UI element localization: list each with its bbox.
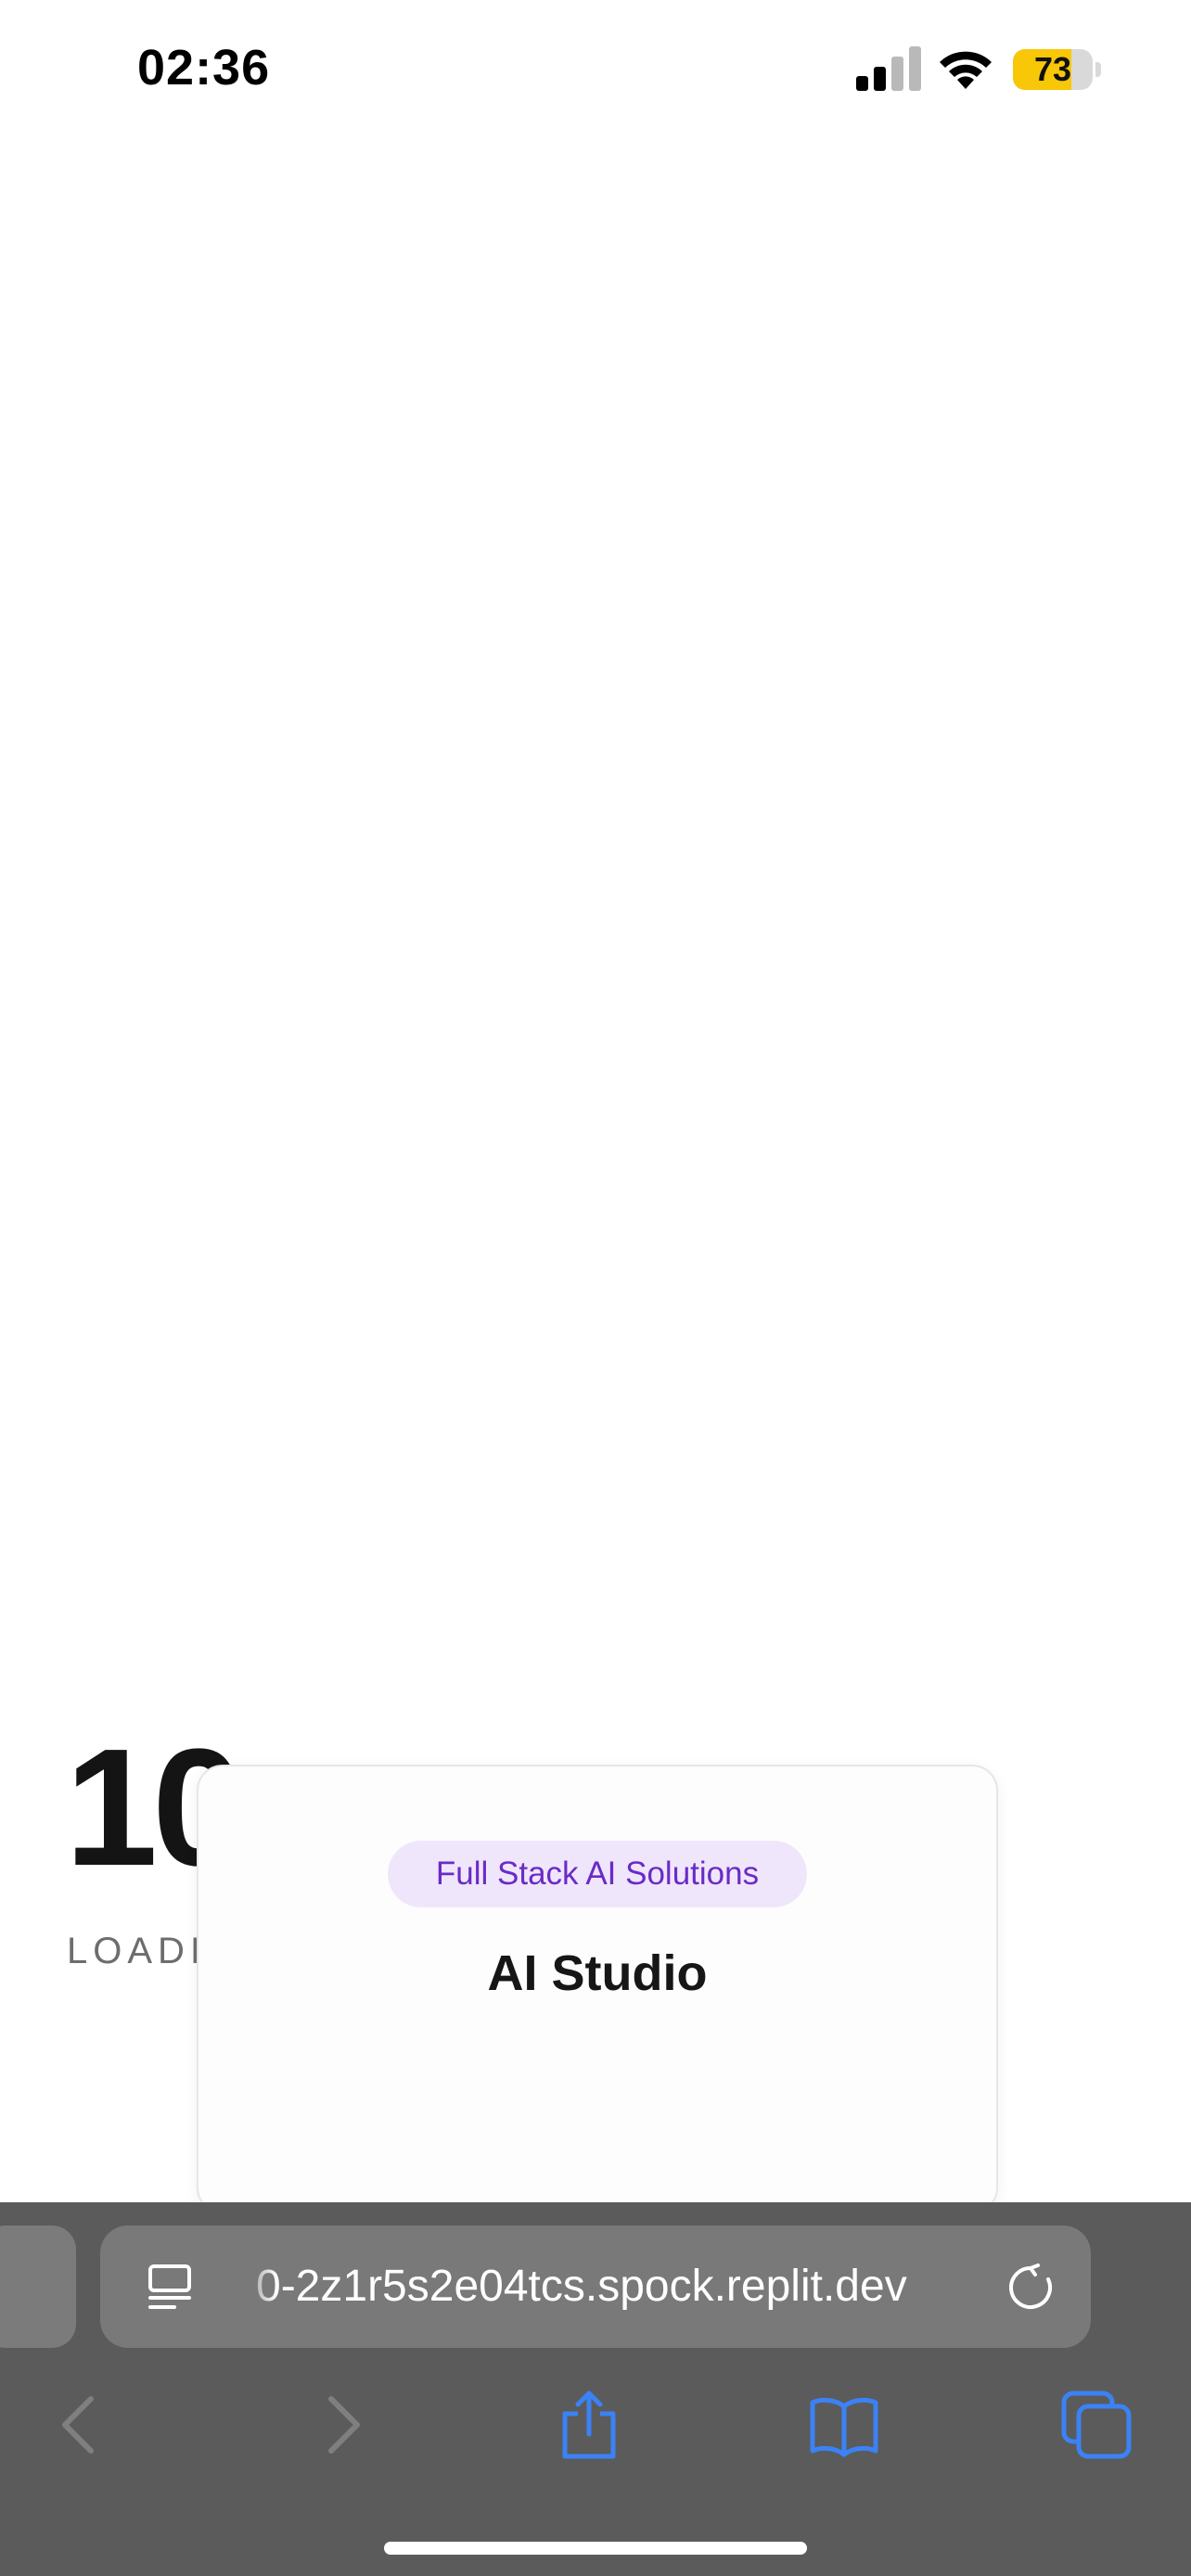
status-time: 02:36 — [137, 40, 271, 96]
battery-level: 73 — [1033, 50, 1072, 88]
battery-indicator: 73 — [1013, 49, 1102, 90]
reader-mode-icon[interactable] — [145, 2263, 195, 2313]
card-title: AI Studio — [487, 1945, 708, 2001]
back-icon[interactable] — [45, 2388, 119, 2462]
tabs-icon[interactable] — [1060, 2388, 1134, 2462]
browser-toolbar: 0-2z1r5s2e04tcs.spock.replit.dev — [0, 2202, 1191, 2576]
previous-tab-preview[interactable] — [0, 2225, 76, 2348]
screen: 02:36 73 10 LOADI Full Stack AI Solution… — [0, 0, 1191, 2576]
cellular-signal-icon — [856, 46, 921, 91]
battery-nub — [1095, 62, 1101, 77]
forward-icon[interactable] — [303, 2388, 378, 2462]
url-fade — [239, 2225, 276, 2348]
intro-card: Full Stack AI Solutions AI Studio — [197, 1765, 998, 2213]
card-badge: Full Stack AI Solutions — [388, 1841, 807, 1907]
address-bar[interactable]: 0-2z1r5s2e04tcs.spock.replit.dev — [100, 2225, 1091, 2348]
bookmarks-icon[interactable] — [807, 2388, 881, 2462]
url-text[interactable]: 0-2z1r5s2e04tcs.spock.replit.dev — [256, 2225, 1091, 2348]
home-indicator — [384, 2542, 807, 2555]
reload-icon[interactable] — [1005, 2263, 1056, 2313]
wifi-icon — [940, 51, 992, 89]
share-icon[interactable] — [552, 2388, 626, 2462]
loading-label: LOADI — [67, 1931, 207, 1971]
battery-body: 73 — [1013, 49, 1093, 90]
